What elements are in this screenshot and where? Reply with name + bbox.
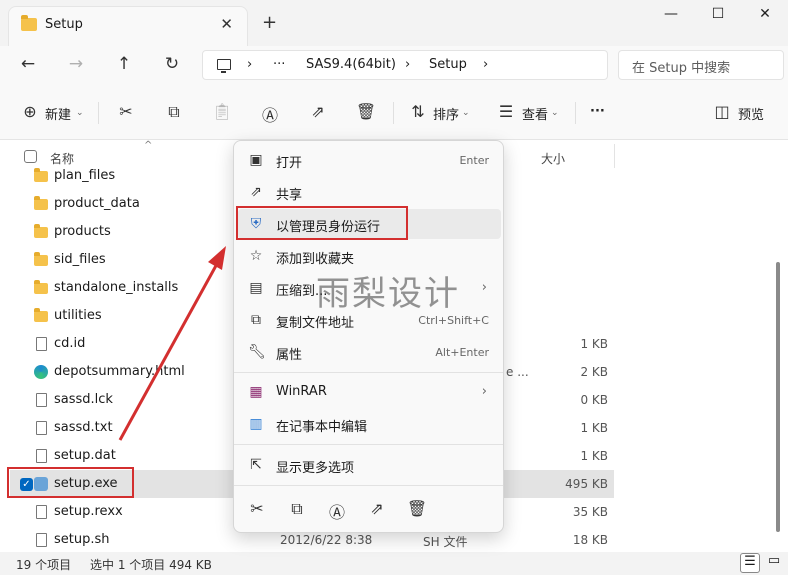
arrow-head xyxy=(208,246,226,270)
arrow-shaft xyxy=(118,261,220,441)
annotation-arrow xyxy=(118,246,226,441)
